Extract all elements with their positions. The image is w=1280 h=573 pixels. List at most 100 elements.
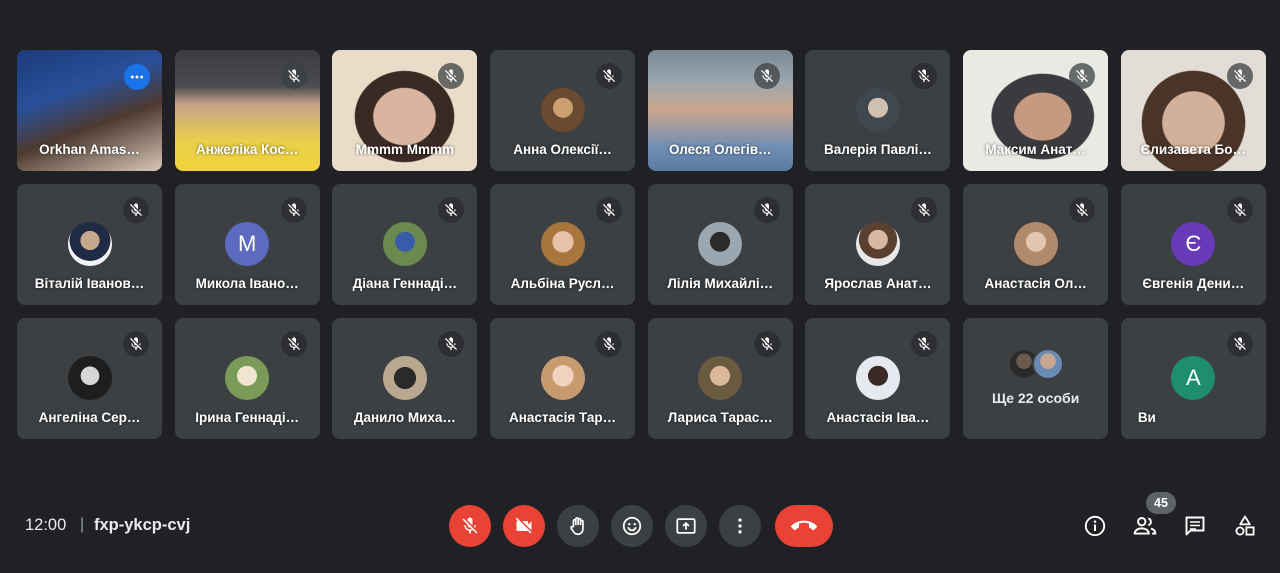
participant-name: Ангеліна Сер… — [38, 410, 141, 425]
meeting-details-button[interactable] — [1081, 512, 1109, 540]
mic-off-icon — [603, 203, 616, 216]
mic-off-icon — [130, 203, 142, 216]
raise-hand-button[interactable] — [557, 505, 599, 547]
participant-name: Ярослав Анат… — [824, 276, 932, 291]
stacked-avatars — [1007, 348, 1064, 380]
participant-tile[interactable]: A Ви — [1120, 318, 1266, 439]
mic-off-icon — [287, 203, 300, 216]
participant-tile[interactable]: М Микола Івано… — [174, 184, 320, 305]
participant-name: Orkhan Amas… — [39, 142, 140, 157]
people-icon — [1133, 517, 1157, 535]
mic-off-icon — [287, 69, 300, 82]
participant-name: Ірина Геннаді… — [195, 410, 300, 425]
muted-indicator — [911, 63, 938, 89]
participant-tile[interactable]: Олеся Олегів… — [647, 50, 793, 171]
mic-off-icon — [1076, 203, 1089, 216]
muted-indicator — [280, 331, 307, 357]
participant-tile[interactable]: Діана Геннаді… — [332, 184, 478, 305]
participant-name: Альбіна Русл… — [510, 276, 615, 291]
participant-tile[interactable]: Ірина Геннаді… — [174, 318, 320, 439]
avatar — [67, 222, 112, 266]
participant-tile[interactable]: Ангеліна Сер… — [17, 318, 162, 439]
avatar — [382, 356, 427, 400]
mic-off-icon — [462, 517, 478, 534]
participant-tile[interactable]: Лілія Михайлі… — [647, 184, 793, 305]
participant-name: Лілія Михайлі… — [667, 276, 774, 291]
mic-off-icon — [760, 69, 773, 82]
microphone-toggle-button[interactable] — [449, 505, 491, 547]
participant-name: Діана Геннаді… — [352, 276, 458, 291]
participant-tile[interactable]: Лариса Тарас… — [647, 318, 793, 439]
participant-tile[interactable]: Ярослав Анат… — [805, 184, 951, 305]
mic-off-icon — [760, 203, 773, 216]
avatar — [698, 356, 743, 400]
participant-tile[interactable]: Є Євгенія Дени… — [1120, 184, 1266, 305]
participant-name: Анастасія Ол… — [984, 276, 1087, 291]
more-options-button[interactable] — [719, 505, 761, 547]
participant-tile[interactable]: Анастасія Ол… — [963, 184, 1109, 305]
participant-tile[interactable]: Анастасія Іва… — [805, 318, 951, 439]
phone-hangup-icon — [791, 520, 817, 531]
more-horiz-icon — [130, 75, 144, 79]
mic-off-icon — [130, 337, 142, 350]
avatar — [225, 356, 270, 400]
participant-tile[interactable]: Альбіна Русл… — [490, 184, 636, 305]
people-button[interactable] — [1131, 512, 1159, 540]
reactions-button[interactable] — [611, 505, 653, 547]
muted-indicator — [911, 197, 938, 223]
leave-call-button[interactable] — [775, 505, 833, 547]
participant-tile[interactable]: Валерія Павлі… — [805, 50, 951, 171]
avatar — [382, 222, 427, 266]
muted-indicator — [753, 197, 780, 223]
muted-indicator — [438, 197, 465, 223]
avatar — [855, 356, 900, 400]
participant-tile[interactable]: Єлизавета Бо… — [1120, 50, 1266, 171]
avatar — [67, 356, 112, 400]
present-icon — [676, 518, 696, 534]
muted-indicator — [596, 197, 623, 223]
mic-off-icon — [287, 337, 300, 350]
participant-tile[interactable]: Анастасія Тар… — [490, 318, 636, 439]
participant-tile[interactable]: Віталій Іванов… — [17, 184, 162, 305]
avatar — [855, 88, 900, 132]
participant-name: Ви — [1137, 410, 1156, 425]
emoji-icon — [622, 516, 642, 536]
participant-name: Валерія Павлі… — [823, 142, 932, 157]
tile-options-button[interactable] — [124, 64, 150, 90]
muted-indicator — [438, 331, 465, 357]
participant-name: Анастасія Тар… — [509, 410, 617, 425]
chat-button[interactable] — [1181, 512, 1209, 540]
muted-indicator — [123, 197, 149, 223]
present-screen-button[interactable] — [665, 505, 707, 547]
mic-off-icon — [445, 69, 458, 82]
participant-name: Микола Івано… — [195, 276, 299, 291]
avatar — [540, 88, 585, 132]
participant-tile[interactable]: Данило Миха… — [332, 318, 478, 439]
meeting-code[interactable]: fxp-ykcp-cvj — [94, 516, 190, 535]
muted-indicator — [1069, 63, 1096, 89]
participant-tile[interactable]: Mmmm Mmmm — [332, 50, 478, 171]
mic-off-icon — [918, 337, 931, 350]
muted-indicator — [596, 63, 623, 89]
hand-icon — [570, 517, 584, 536]
mic-off-icon — [1233, 337, 1246, 350]
mic-off-icon — [603, 337, 616, 350]
camera-toggle-button[interactable] — [503, 505, 545, 547]
participant-count-badge: 45 — [1146, 492, 1176, 514]
avatar — [855, 222, 900, 266]
more-participants-label: Ще 22 особи — [991, 390, 1080, 406]
more-participants-tile[interactable]: Ще 22 особи — [963, 318, 1109, 439]
participant-tile[interactable]: Анжеліка Кос… — [174, 50, 320, 171]
mic-off-icon — [1233, 69, 1246, 82]
muted-indicator — [1226, 63, 1253, 89]
participant-tile[interactable]: Orkhan Amas… — [17, 50, 162, 171]
avatar — [698, 222, 743, 266]
mic-off-icon — [918, 203, 931, 216]
participant-name: Анастасія Іва… — [826, 410, 930, 425]
camera-off-icon — [515, 517, 532, 534]
participant-tile[interactable]: Анна Олексії… — [490, 50, 636, 171]
activities-button[interactable] — [1231, 512, 1259, 540]
participant-tile[interactable]: Максим Анат… — [963, 50, 1109, 171]
clock: 12:00 — [25, 516, 67, 534]
participant-name: Лариса Тарас… — [667, 410, 773, 425]
